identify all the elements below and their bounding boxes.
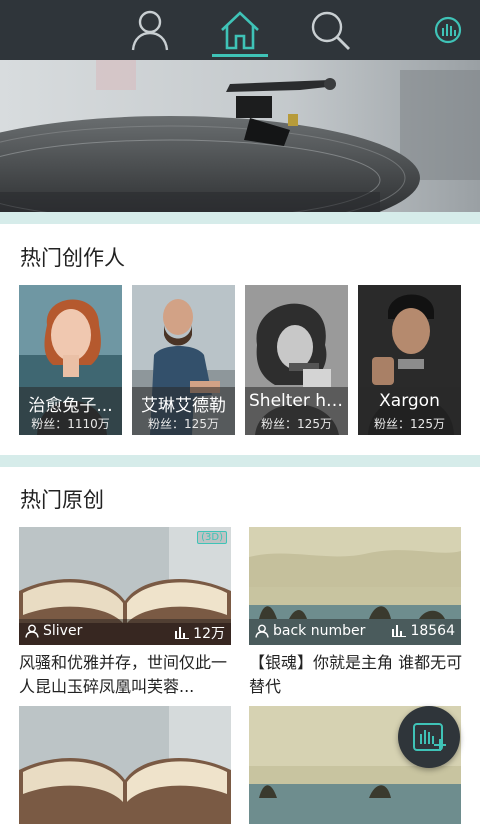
home-icon (221, 11, 259, 50)
section-divider (0, 212, 480, 224)
card-meta-bar: Sliver 12万 (19, 619, 231, 645)
play-count-icon (392, 625, 407, 637)
card-author: Sliver (25, 623, 82, 639)
creator-name: 艾琳艾德勒 (141, 396, 226, 416)
creator-name: Shelter ho... (249, 391, 348, 411)
banner-image[interactable] (0, 60, 480, 212)
book-cover-image (19, 706, 231, 824)
turntable-illustration (0, 60, 480, 212)
section-title-originals: 热门原创 (20, 488, 104, 512)
creator-fans: 粉丝：125万 (374, 417, 445, 431)
top-nav-bar (0, 0, 480, 60)
card-plays: 18564 (392, 623, 455, 639)
audio-stats-icon (434, 16, 462, 44)
card-play-count: 18564 (410, 623, 455, 639)
nav-profile-tab[interactable] (128, 6, 172, 54)
section-divider (0, 455, 480, 467)
creator-fans: 粉丝：125万 (148, 417, 219, 431)
nav-search-tab[interactable] (308, 6, 352, 54)
creator-name: Xargon (379, 391, 440, 411)
record-audio-fab[interactable] (398, 706, 460, 768)
original-card-1[interactable]: (3D) Sliver 12万 (19, 527, 231, 645)
card-author: back number (255, 623, 365, 639)
card-meta-bar: back number 18564 (249, 619, 461, 645)
3d-badge: (3D) (197, 531, 227, 544)
user-icon (25, 624, 39, 638)
add-audio-icon (413, 723, 446, 751)
original-card-2[interactable]: back number 18564 (249, 527, 461, 645)
creator-card-2[interactable]: 艾琳艾德勒 粉丝：125万 (132, 285, 235, 435)
creator-card-3[interactable]: Shelter ho... 粉丝：125万 (245, 285, 348, 435)
user-icon (131, 10, 169, 51)
card-plays: 12万 (175, 623, 225, 643)
creator-card-1[interactable]: 治愈兔子... 粉丝：1110万 (19, 285, 122, 435)
card-author-name: Sliver (43, 623, 83, 639)
card-play-count: 12万 (193, 626, 225, 642)
search-icon (311, 11, 350, 50)
creator-fans: 粉丝：1110万 (31, 417, 110, 431)
original-card-title-2[interactable]: 【银魂】你就是主角 谁都无可替代 (249, 651, 465, 699)
section-title-creators: 热门创作人 (20, 246, 125, 270)
original-card-3[interactable] (19, 706, 231, 824)
creator-name: 治愈兔子... (28, 396, 113, 416)
play-count-icon (175, 627, 190, 639)
nav-home-tab[interactable] (212, 6, 268, 57)
nav-audio-stats-button[interactable] (426, 6, 470, 54)
original-card-title-1[interactable]: 风骚和优雅并存，世间仅此一人昆山玉碎凤凰叫芙蓉... (19, 651, 235, 699)
creator-fans: 粉丝：125万 (261, 417, 332, 431)
creator-card-4[interactable]: Xargon 粉丝：125万 (358, 285, 461, 435)
user-icon (255, 624, 269, 638)
card-author-name: back number (273, 623, 366, 639)
